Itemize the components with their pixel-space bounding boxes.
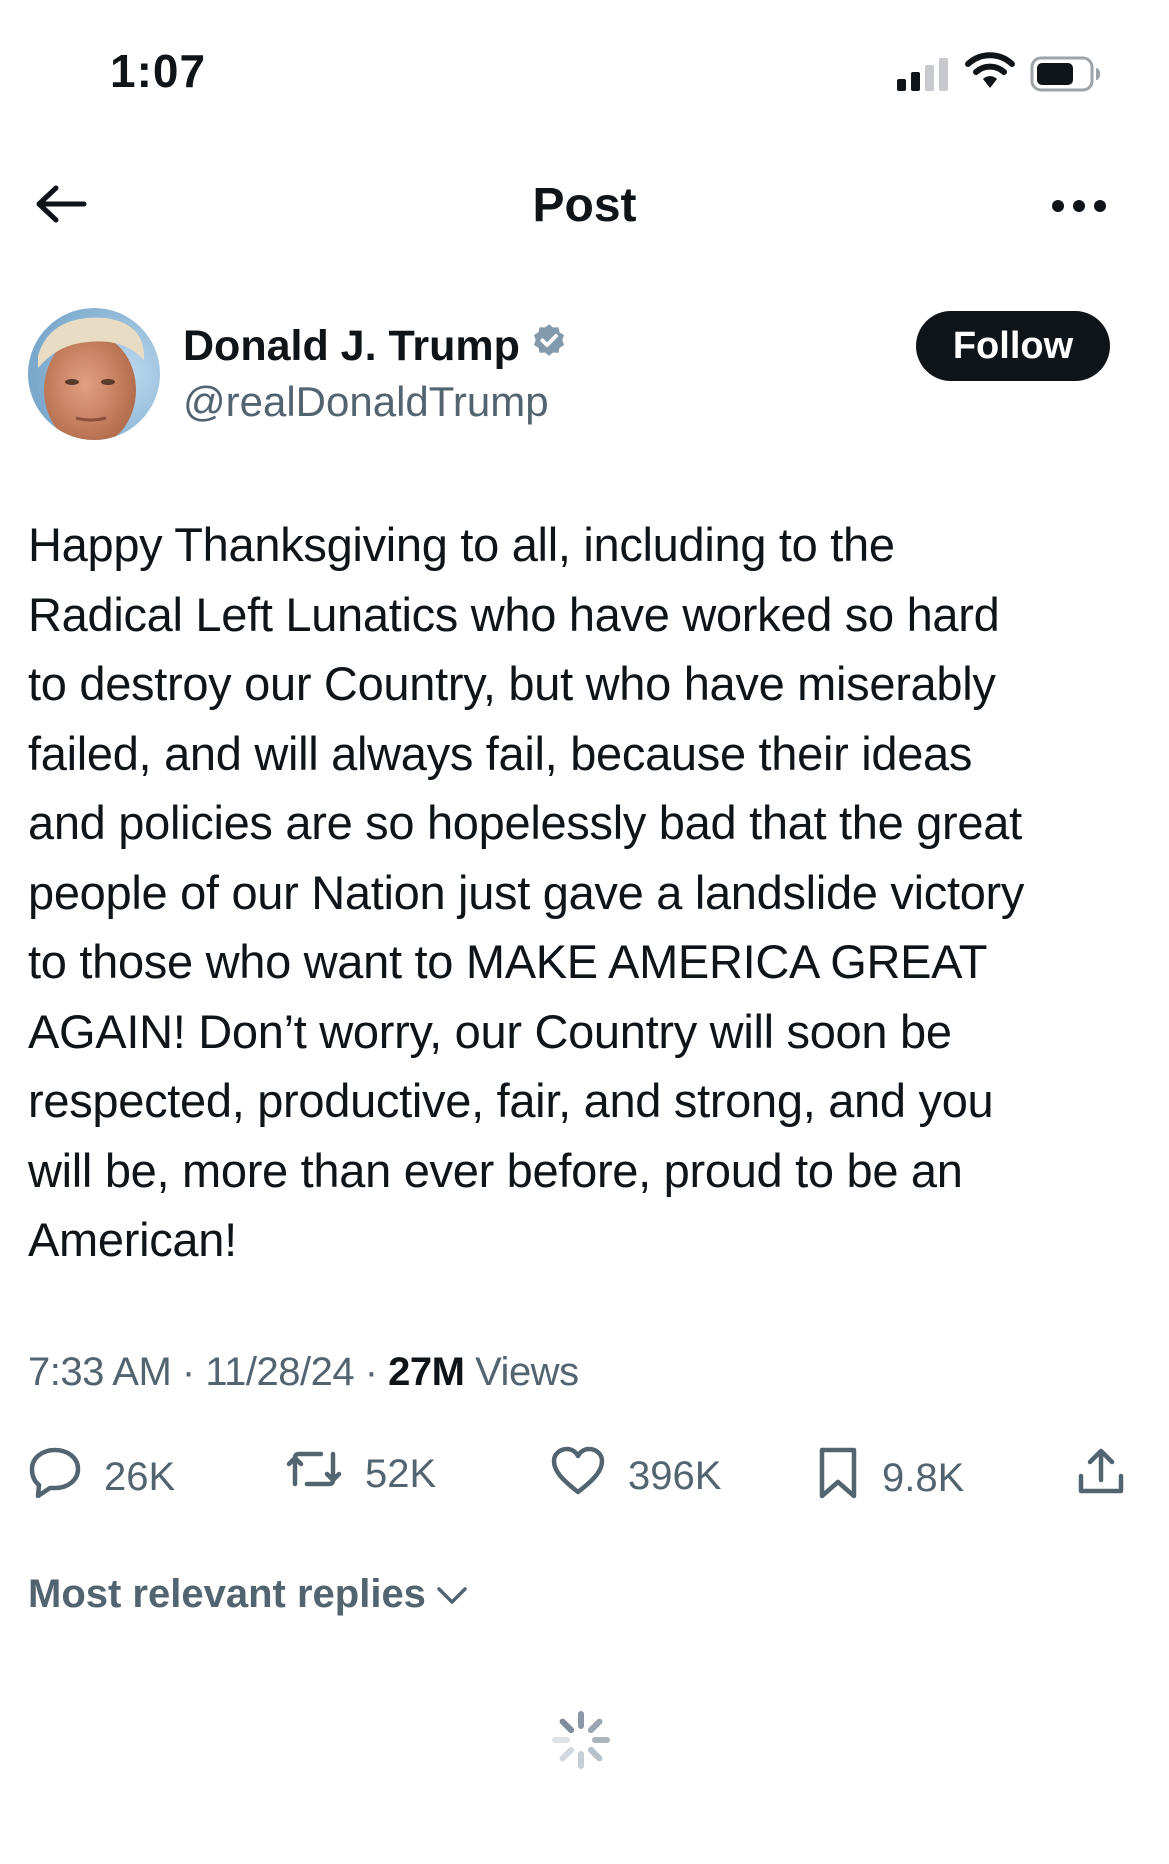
author-name-text[interactable]: Donald J. Trump — [183, 322, 520, 371]
loading-spinner-icon — [551, 1710, 611, 1775]
like-button[interactable]: 396K — [550, 1446, 721, 1506]
replies-sort-dropdown[interactable]: Most relevant replies — [28, 1572, 468, 1617]
meta-separator: · — [181, 1350, 195, 1394]
bookmark-button[interactable]: 9.8K — [816, 1446, 964, 1510]
battery-icon — [1030, 56, 1102, 97]
share-icon — [1076, 1446, 1126, 1506]
share-button[interactable] — [1076, 1446, 1126, 1506]
post-meta: 7:33 AM · 11/28/24 · 27M Views — [28, 1350, 579, 1395]
repost-icon — [285, 1446, 343, 1502]
verified-badge-icon — [530, 322, 568, 371]
post-text: Happy Thanksgiving to all, including to … — [28, 518, 1025, 1266]
avatar[interactable] — [28, 308, 160, 440]
chevron-down-icon — [436, 1572, 468, 1617]
post-time[interactable]: 7:33 AM — [28, 1350, 172, 1394]
bookmark-icon — [816, 1446, 860, 1510]
page-title: Post — [532, 179, 637, 232]
like-count: 396K — [628, 1453, 722, 1498]
meta-separator: · — [364, 1350, 378, 1394]
wifi-icon — [965, 50, 1015, 95]
reply-count: 26K — [104, 1454, 176, 1499]
reply-button[interactable]: 26K — [28, 1446, 175, 1508]
repost-button[interactable]: 52K — [285, 1446, 436, 1502]
post-date[interactable]: 11/28/24 — [205, 1350, 354, 1394]
replies-sort-label: Most relevant replies — [28, 1572, 426, 1616]
author-handle[interactable]: @realDonaldTrump — [183, 378, 549, 426]
cellular-signal-icon — [897, 58, 948, 91]
more-options-icon[interactable] — [1052, 200, 1106, 212]
reply-icon — [28, 1446, 82, 1508]
bookmark-count: 9.8K — [882, 1455, 965, 1500]
follow-button[interactable]: Follow — [916, 311, 1110, 381]
repost-count: 52K — [365, 1451, 437, 1496]
views-label: Views — [475, 1350, 579, 1394]
views-count: 27M — [388, 1350, 465, 1394]
heart-icon — [550, 1446, 606, 1506]
status-time: 1:07 — [110, 45, 207, 97]
author-name[interactable]: Donald J. Trump — [183, 322, 568, 371]
